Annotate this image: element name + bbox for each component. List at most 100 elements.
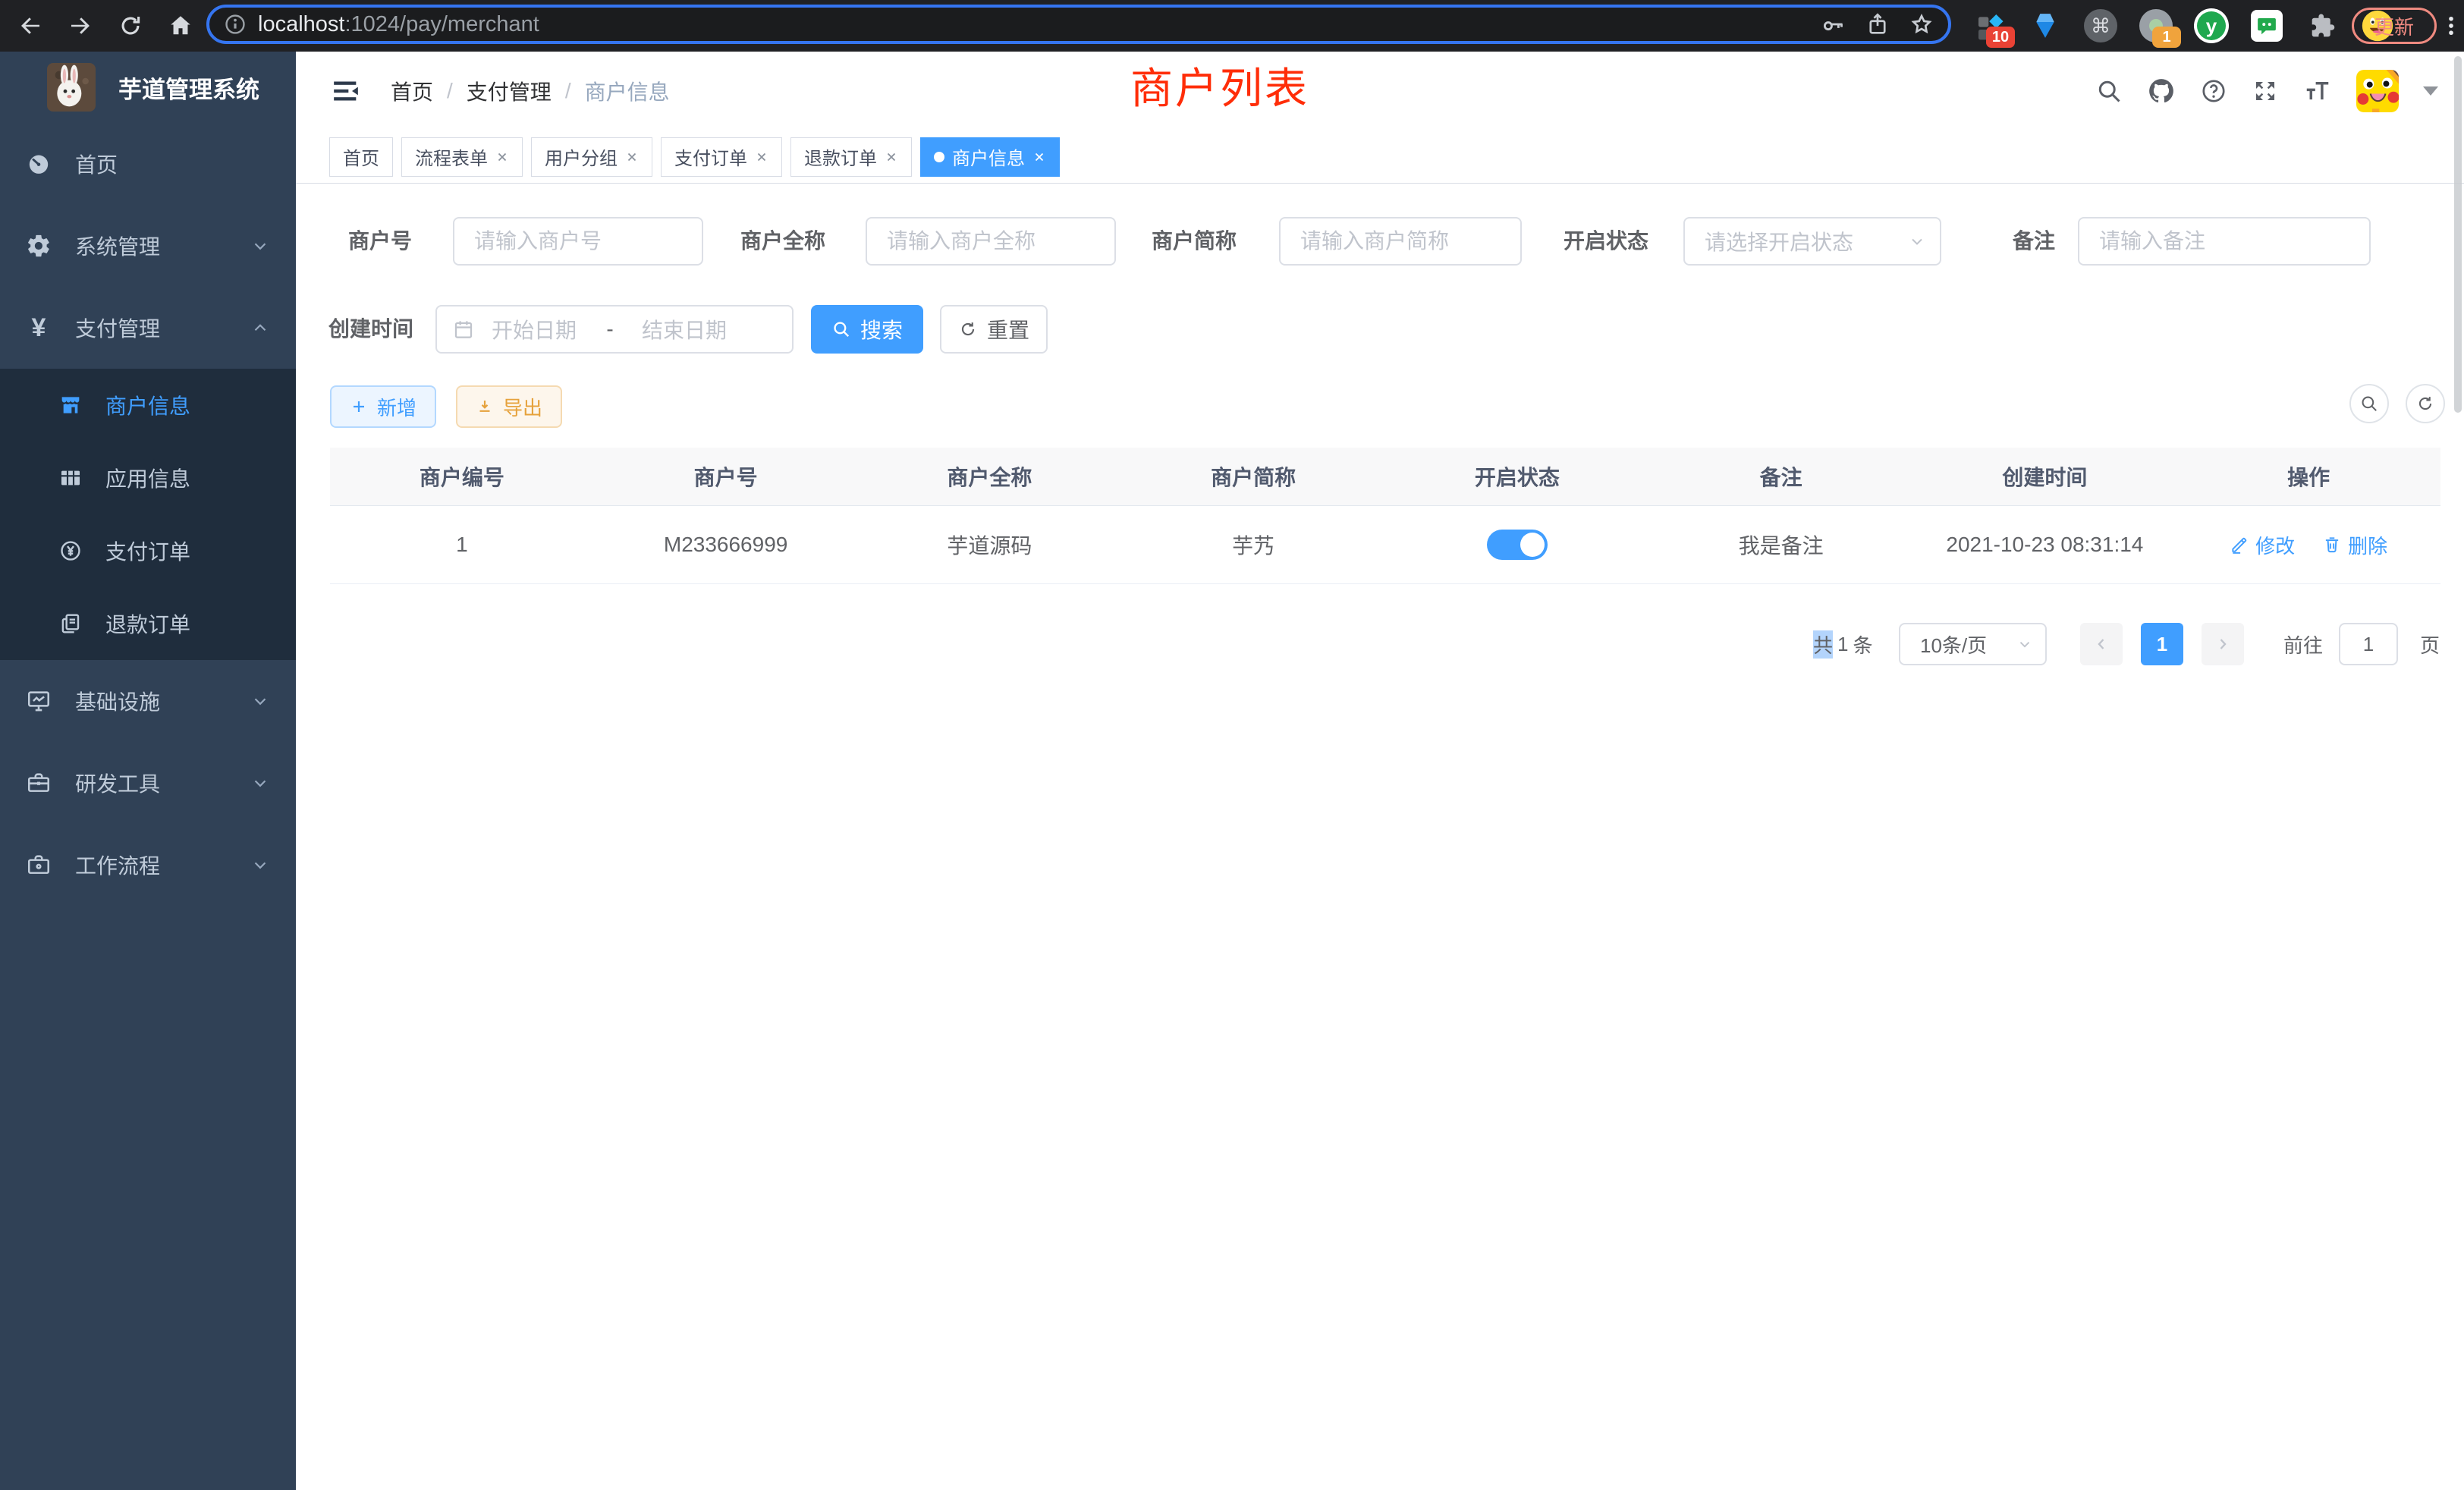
status-toggle[interactable] — [1487, 530, 1548, 560]
bookmark-star-icon[interactable] — [1909, 11, 1934, 37]
extension-chat-icon[interactable] — [2249, 8, 2284, 43]
chevron-up-icon — [250, 318, 270, 338]
extension-recorder-icon[interactable]: 1 — [2139, 8, 2173, 43]
sidebar-item-system[interactable]: 系统管理 — [0, 205, 296, 287]
col-header: 开启状态 — [1385, 461, 1649, 492]
scrollbar[interactable] — [2454, 56, 2462, 413]
sidebar-fold-icon[interactable] — [331, 76, 361, 106]
close-icon[interactable] — [495, 150, 509, 164]
browser-menu-icon[interactable] — [2438, 9, 2464, 42]
browser-update-button[interactable]: 更新 — [2352, 8, 2437, 44]
sidebar-item-refund-order[interactable]: 退款订单 — [0, 587, 296, 660]
tag-pay-order[interactable]: 支付订单 — [661, 137, 782, 177]
search-button[interactable]: 搜索 — [811, 305, 923, 354]
toolbox-icon — [25, 770, 52, 796]
breadcrumb-separator: / — [447, 79, 453, 103]
sidebar-item-pay-order[interactable]: 支付订单 — [0, 514, 296, 587]
delete-link[interactable]: 删除 — [2322, 531, 2387, 559]
sidebar-item-app-info[interactable]: 应用信息 — [0, 442, 296, 514]
prev-page-button[interactable] — [2080, 623, 2123, 665]
extension-collection-icon[interactable]: 10 — [1972, 8, 2007, 43]
password-key-icon[interactable] — [1821, 11, 1846, 37]
sidebar-item-home[interactable]: 首页 — [0, 123, 296, 205]
sidebar-item-label: 首页 — [75, 149, 118, 179]
main-content: 首页 / 支付管理 / 商户信息 — [296, 52, 2464, 1490]
browser-forward-button[interactable] — [64, 9, 97, 42]
browser-home-button[interactable] — [164, 9, 197, 42]
close-icon[interactable] — [885, 150, 898, 164]
app-title: 芋道管理系统 — [118, 71, 259, 105]
breadcrumb-pay[interactable]: 支付管理 — [467, 76, 552, 106]
page-unit-label: 页 — [2420, 623, 2440, 665]
header-search-icon[interactable] — [2095, 77, 2123, 105]
merchant-short-input[interactable] — [1279, 217, 1522, 266]
browser-chrome: localhost:1024/pay/merchant 10 ⌘ 1 y — [0, 0, 2464, 52]
refresh-button[interactable] — [2406, 384, 2445, 423]
export-button[interactable]: 导出 — [456, 385, 562, 428]
close-icon[interactable] — [625, 150, 639, 164]
reset-button[interactable]: 重置 — [940, 305, 1048, 354]
close-icon[interactable] — [755, 150, 768, 164]
extension-gem-icon[interactable] — [2028, 8, 2063, 43]
help-icon[interactable] — [2200, 77, 2227, 105]
tag-merchant-info[interactable]: 商户信息 — [920, 137, 1060, 177]
tag-user-group[interactable]: 用户分组 — [531, 137, 652, 177]
app-logo — [47, 63, 96, 112]
calendar-icon — [452, 318, 475, 341]
toggle-search-button[interactable] — [2349, 384, 2389, 423]
extension-row: 10 ⌘ 1 y — [1972, 0, 2395, 52]
remark-input[interactable] — [2078, 217, 2371, 266]
status-select[interactable]: 请选择开启状态 — [1683, 217, 1941, 266]
merchant-no-input[interactable] — [453, 217, 703, 266]
chevron-down-icon — [1908, 232, 1926, 250]
tag-bar: 首页 流程表单 用户分组 支付订单 退款订单 商户信息 — [296, 130, 2464, 184]
merchant-name-input[interactable] — [866, 217, 1116, 266]
tag-process-form[interactable]: 流程表单 — [401, 137, 523, 177]
goto-page-input[interactable] — [2339, 623, 2398, 665]
cell-merchant-id: 1 — [330, 533, 594, 557]
sidebar-item-pay[interactable]: ¥ 支付管理 — [0, 287, 296, 369]
github-icon[interactable] — [2147, 77, 2176, 105]
breadcrumb: 首页 / 支付管理 / 商户信息 — [391, 52, 670, 130]
extension-command-icon[interactable]: ⌘ — [2083, 8, 2118, 43]
merchant-table: 商户编号 商户号 商户全称 商户简称 开启状态 备注 创建时间 操作 1 M23… — [330, 448, 2440, 584]
font-size-icon[interactable] — [2303, 77, 2332, 105]
start-date-placeholder: 开始日期 — [492, 314, 595, 344]
create-time-range-picker[interactable]: 开始日期 - 结束日期 — [435, 305, 794, 354]
tag-home[interactable]: 首页 — [329, 137, 393, 177]
browser-back-button[interactable] — [14, 9, 47, 42]
page-number-button[interactable]: 1 — [2141, 623, 2183, 665]
sidebar: 芋道管理系统 首页 系统管理 ¥ 支付管理 商户信息 — [0, 52, 296, 1490]
sidebar-item-merchant-info[interactable]: 商户信息 — [0, 369, 296, 442]
table-header-row: 商户编号 商户号 商户全称 商户简称 开启状态 备注 创建时间 操作 — [330, 448, 2440, 506]
share-icon[interactable] — [1865, 11, 1890, 37]
col-header: 商户号 — [594, 461, 858, 492]
page-size-select[interactable]: 10条/页 — [1899, 623, 2047, 665]
sidebar-logo-row[interactable]: 芋道管理系统 — [0, 52, 296, 123]
breadcrumb-home[interactable]: 首页 — [391, 76, 433, 106]
fullscreen-icon[interactable] — [2252, 77, 2279, 105]
filter-label-merchant-short: 商户简称 — [1132, 217, 1237, 266]
sidebar-item-label: 工作流程 — [75, 850, 160, 880]
chevron-down-icon — [250, 236, 270, 256]
extension-y-icon[interactable]: y — [2194, 8, 2229, 43]
url-bar[interactable]: localhost:1024/pay/merchant — [206, 5, 1951, 44]
edit-link[interactable]: 修改 — [2230, 531, 2295, 559]
extensions-puzzle-icon[interactable] — [2305, 8, 2340, 43]
sidebar-item-infrastructure[interactable]: 基础设施 — [0, 660, 296, 742]
gear-icon — [25, 233, 52, 259]
user-menu-caret-icon[interactable] — [2423, 86, 2438, 96]
next-page-button[interactable] — [2202, 623, 2244, 665]
sidebar-item-dev-tools[interactable]: 研发工具 — [0, 742, 296, 824]
table-row: 1 M233666999 芋道源码 芋艿 我是备注 2021-10-23 08:… — [330, 506, 2440, 584]
col-header: 商户全称 — [858, 461, 1122, 492]
add-button[interactable]: 新增 — [330, 385, 436, 428]
close-icon[interactable] — [1032, 150, 1046, 164]
sidebar-item-workflow[interactable]: 工作流程 — [0, 824, 296, 906]
grid-icon — [58, 466, 83, 490]
user-avatar[interactable] — [2356, 70, 2399, 112]
site-info-icon[interactable] — [223, 12, 247, 36]
tag-refund-order[interactable]: 退款订单 — [790, 137, 912, 177]
filter-label-merchant-no: 商户号 — [326, 217, 412, 266]
browser-reload-button[interactable] — [114, 9, 147, 42]
